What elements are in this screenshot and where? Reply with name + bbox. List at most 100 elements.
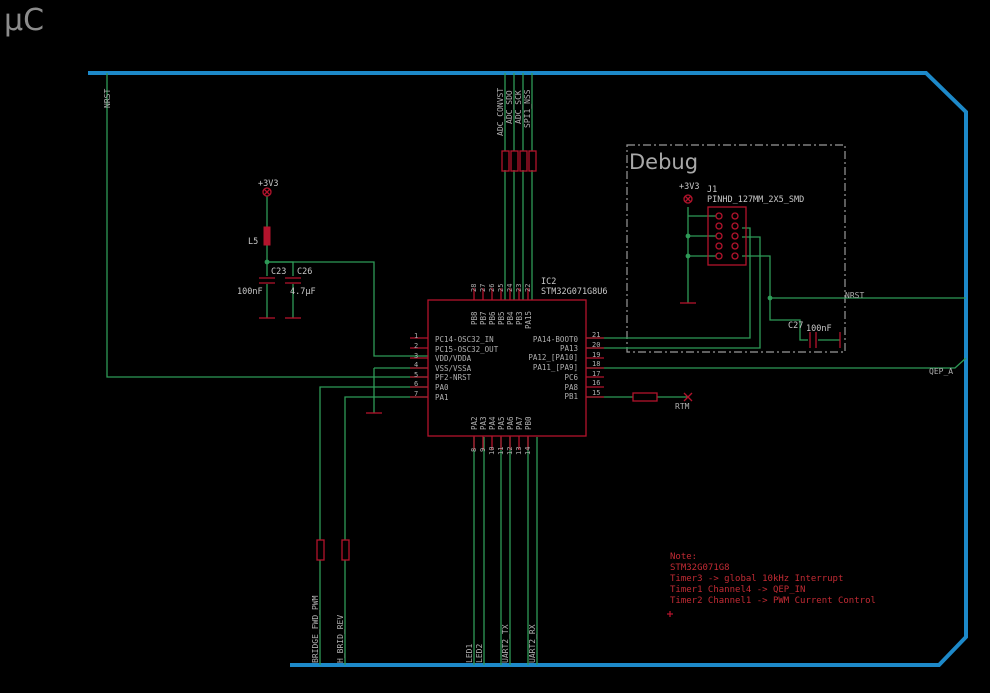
resistor-pa1[interactable] [341, 539, 350, 561]
mcu-pin-num: 25 [497, 284, 505, 292]
c27-value: 100nF [806, 324, 832, 334]
mcu-pin-num: 15 [592, 389, 600, 397]
mcu-pin-num: 5 [414, 371, 418, 379]
design-note[interactable]: Note: STM32G071G8 Timer3 -> global 10kHz… [667, 552, 876, 617]
resistor-pb1[interactable] [632, 392, 658, 402]
note-line: STM32G071G8 [670, 563, 730, 573]
mcu-pin-name: VDD/VDDA [435, 354, 472, 363]
mcu-pin-num: 3 [414, 352, 418, 360]
mcu-pin-name: PA2 [470, 416, 479, 430]
j1-pads [715, 212, 739, 260]
mcu-pin-name: PB4 [506, 311, 515, 325]
mcu-pin-num: 23 [515, 284, 523, 292]
mcu-pin-num: 24 [506, 284, 514, 292]
mcu-pin-num: 1 [414, 332, 418, 340]
mcu-pin-num: 20 [592, 341, 600, 349]
net-label-bottom: UART2_TX [501, 624, 510, 663]
connector-j1[interactable]: J1 PINHD_127MM_2X5_SMD [707, 185, 804, 266]
note-anchor-icon [667, 611, 673, 617]
mcu-pin-name: PA11_[PA9] [533, 363, 578, 372]
mcu-pin-name: PF2-NRST [435, 373, 472, 382]
power-symbol-j1[interactable]: +3V3 [679, 182, 699, 204]
mcu-pin-name: PA4 [488, 416, 497, 430]
mcu-pin-num: 21 [592, 331, 600, 339]
net-label-nrst-debug: NRST [845, 291, 864, 300]
j1-value: PINHD_127MM_2X5_SMD [707, 195, 804, 205]
note-line: Timer2 Channel1 -> PWM Current Control [670, 596, 876, 606]
net-label-top: ADC_CONVST [496, 88, 505, 136]
c26-reference: C26 [297, 267, 312, 277]
mcu-pin-name: PB5 [497, 311, 506, 325]
mcu-pin-num: 7 [414, 390, 418, 398]
inductor-l5[interactable]: L5 [248, 226, 271, 247]
power-label: +3V3 [258, 179, 278, 189]
mcu-pin-name: PB1 [564, 392, 578, 401]
mcu-top-pins: 28 27 26 25 24 23 22 PB8 PB7 PB6 PB5 PB4… [470, 284, 533, 329]
capacitor-c23[interactable]: C23 100nF [237, 267, 286, 319]
net-label-nrst: NRST [103, 89, 112, 108]
mcu-pin-name: PA14-BOOT0 [533, 335, 579, 344]
mcu-pin-num: 17 [592, 370, 600, 378]
mcu-pin-num: 8 [470, 448, 478, 452]
mcu-pin-name: PA3 [479, 416, 488, 430]
schematic-canvas[interactable]: μC Debug IC2 STM32G071G8U6 1 PC14-OSC32_… [0, 0, 990, 693]
mcu-pin-name: PA12_[PA10] [528, 353, 578, 362]
mcu-pin-num: 19 [592, 351, 600, 359]
net-label-bottom: UART2_RX [528, 624, 537, 663]
c23-reference: C23 [271, 267, 286, 277]
mcu-pin-name: VSS/VSSA [435, 364, 472, 373]
mcu-pin-name: PC15-OSC32_OUT [435, 345, 499, 354]
mcu-pin-num: 18 [592, 360, 600, 368]
mcu-pin-name: PB3 [515, 311, 524, 325]
capacitor-c27[interactable]: C27 100nF [788, 321, 841, 348]
note-line: Timer1 Channel4 -> QEP_IN [670, 585, 805, 595]
mcu-pin-name: PA5 [497, 416, 506, 430]
mcu-pin-num: 10 [488, 447, 496, 455]
resistor-pa0[interactable] [316, 539, 325, 561]
mcu-pin-name: PB8 [470, 311, 479, 325]
mcu-pin-num: 13 [515, 447, 523, 455]
note-line: Note: [670, 552, 697, 562]
mcu-pin-name: PA15 [524, 311, 533, 329]
resistor-array-top[interactable] [501, 150, 537, 172]
power-symbol-l5[interactable]: +3V3 [258, 179, 278, 197]
mcu-pin-num: 27 [479, 284, 487, 292]
mcu-value: STM32G071G8U6 [541, 287, 608, 297]
mcu-pin-name: PC6 [564, 373, 578, 382]
net-label-bottom: LED1 [465, 644, 474, 663]
net-label-top: SPI1_NSS [523, 89, 532, 128]
mcu-ic2[interactable]: IC2 STM32G071G8U6 1 PC14-OSC32_IN 2 PC15… [410, 277, 608, 455]
mcu-pin-num: 6 [414, 380, 418, 388]
power-label: +3V3 [679, 182, 699, 192]
mcu-pin-name: PC14-OSC32_IN [435, 335, 494, 344]
net-label-top: ADC_SDO [505, 90, 514, 124]
c26-value: 4.7µF [290, 287, 316, 297]
mcu-pin-num: 28 [470, 284, 478, 292]
mcu-pin-name: PA0 [435, 383, 449, 392]
mcu-pin-name: PA8 [564, 383, 578, 392]
sheet-title: μC [4, 3, 44, 38]
mcu-pin-num: 12 [506, 447, 514, 455]
c27-reference: C27 [788, 321, 803, 331]
capacitor-c26[interactable]: C26 4.7µF [285, 267, 316, 319]
l5-reference: L5 [248, 237, 258, 247]
mcu-reference: IC2 [541, 277, 556, 287]
net-label-bottom: BRIDGE_FWD_PWM [311, 595, 320, 663]
c23-value: 100nF [237, 287, 263, 297]
j1-reference: J1 [707, 185, 717, 195]
mcu-pin-num: 11 [497, 447, 505, 455]
note-line: Timer3 -> global 10kHz Interrupt [670, 574, 843, 584]
mcu-pin-name: PA1 [435, 393, 449, 402]
mcu-pin-num: 2 [414, 342, 418, 350]
net-label-qep-a: QEP_A [929, 367, 953, 376]
mcu-pin-num: 9 [479, 448, 487, 452]
net-label-top: ADC_SCK [514, 90, 523, 124]
mcu-pin-num: 26 [488, 284, 496, 292]
mcu-pin-name: PA13 [560, 344, 578, 353]
mcu-pin-name: PA6 [506, 416, 515, 430]
mcu-pin-name: PB6 [488, 311, 497, 325]
mcu-pin-num: 14 [524, 447, 532, 455]
mcu-pin-num: 16 [592, 379, 600, 387]
mcu-pin-name: PA7 [515, 416, 524, 430]
net-label-bottom: LED2 [475, 644, 484, 663]
